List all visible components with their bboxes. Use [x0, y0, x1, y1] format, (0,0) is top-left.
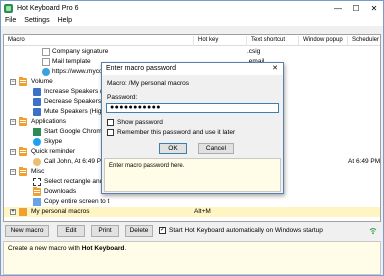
dialog-title: Enter macro password	[102, 63, 283, 75]
column-text-shortcut[interactable]: Text shortcut	[247, 36, 299, 46]
startup-checkbox[interactable]: ✓	[159, 227, 166, 234]
column-scheduler[interactable]: Scheduler	[348, 36, 380, 46]
remember-password-label[interactable]: Remember this password and use it later	[117, 129, 235, 137]
info-pane: Create a new macro with Hot Keyboard.	[3, 241, 381, 275]
person-icon	[33, 158, 41, 166]
speaker-icon	[33, 108, 41, 116]
row-label: Select rectangle and c	[44, 178, 109, 185]
show-password-label[interactable]: Show password	[117, 119, 163, 127]
collapse-icon[interactable]: −	[10, 79, 16, 85]
menu-file[interactable]: File	[1, 17, 20, 24]
column-hotkey[interactable]: Hot key	[194, 36, 247, 46]
document-icon	[42, 58, 50, 66]
dialog-macro-path: Macro: /My personal macros	[107, 80, 189, 87]
wifi-status-icon	[369, 228, 377, 235]
app-logo-icon	[4, 3, 13, 13]
bottom-toolbar: New macro Edit Print Delete ✓ Start Hot …	[3, 224, 381, 238]
document-icon	[42, 48, 50, 56]
row-label: Copy entire screen to t	[44, 198, 110, 205]
window-title: Hot Keyboard Pro 6	[17, 4, 79, 12]
speaker-icon	[33, 98, 41, 106]
collapse-icon[interactable]: −	[10, 119, 16, 125]
startup-checkbox-label[interactable]: Start Hot Keyboard automatically on Wind…	[169, 226, 323, 236]
folder-icon	[19, 147, 27, 156]
window-controls: — ☐ ✕	[329, 1, 383, 15]
column-window-popup[interactable]: Window popup	[299, 36, 348, 46]
collapse-icon[interactable]: −	[10, 149, 16, 155]
folder-icon	[19, 167, 27, 176]
row-label: Company signature	[52, 48, 109, 55]
dialog-hint-pane: Enter macro password here.	[104, 158, 281, 192]
minimize-button[interactable]: —	[329, 1, 347, 15]
app-window: Hot Keyboard Pro 6 — ☐ ✕ File Settings H…	[0, 0, 384, 276]
row-label: Misc	[31, 168, 45, 175]
row-hotkey: Alt+M	[194, 208, 211, 215]
info-suffix: .	[124, 245, 127, 252]
tree-row-selected[interactable]: + My personal macros Alt+M	[4, 207, 380, 217]
row-label: Volume	[31, 78, 53, 85]
row-label: Applications	[31, 118, 67, 125]
select-rectangle-icon	[33, 178, 41, 186]
info-app-name: Hot Keyboard	[81, 245, 125, 252]
edit-button[interactable]: Edit	[57, 225, 85, 237]
password-input[interactable]: ●●●●●●●●●●●	[106, 103, 279, 113]
row-label: Start Google Chrome	[44, 128, 106, 135]
web-link-icon	[42, 68, 50, 76]
column-macro[interactable]: Macro	[4, 36, 194, 46]
dialog-close-button[interactable]: ✕	[269, 63, 281, 75]
delete-button[interactable]: Delete	[125, 225, 153, 237]
app-launch-icon	[33, 128, 41, 136]
menu-settings[interactable]: Settings	[20, 17, 53, 24]
row-label: Skype	[44, 138, 63, 145]
close-window-button[interactable]: ✕	[365, 1, 383, 15]
show-password-checkbox[interactable]	[107, 119, 114, 126]
speaker-icon	[33, 88, 41, 96]
remember-password-checkbox[interactable]	[107, 129, 114, 136]
info-prefix: Create a new macro with	[8, 245, 82, 252]
ok-button[interactable]: OK	[159, 143, 187, 154]
password-dialog: Enter macro password ✕ Macro: /My person…	[101, 62, 284, 194]
folder-icon	[19, 77, 27, 86]
skype-icon	[33, 138, 41, 146]
tree-row[interactable]: Company signature .csig	[4, 47, 380, 57]
row-scheduler: At 6:49 PM,	[348, 158, 381, 165]
collapse-icon[interactable]: −	[10, 169, 16, 175]
row-label: Quick reminder	[31, 148, 76, 155]
tree-row[interactable]: Copy entire screen to t	[4, 197, 380, 207]
expand-icon[interactable]: +	[10, 209, 16, 215]
row-label: https://www.myco	[52, 68, 103, 75]
column-header: Macro Hot key Text shortcut Window popup…	[4, 35, 380, 46]
menu-bar: File Settings Help	[1, 15, 383, 26]
password-label: Password:	[107, 94, 138, 101]
folder-icon	[19, 117, 27, 126]
row-label: Call John, At 6:49 PM,	[44, 158, 109, 165]
cancel-button[interactable]: Cancel	[198, 143, 234, 154]
print-button[interactable]: Print	[91, 225, 119, 237]
menu-help[interactable]: Help	[54, 17, 76, 24]
row-text-shortcut: .csig	[247, 48, 261, 55]
title-bar: Hot Keyboard Pro 6 — ☐ ✕	[1, 1, 383, 15]
maximize-button[interactable]: ☐	[347, 1, 365, 15]
new-macro-button[interactable]: New macro	[5, 225, 49, 237]
folder-icon	[19, 208, 27, 216]
row-label: Mail template	[52, 58, 91, 65]
folder-icon	[33, 187, 41, 196]
screen-copy-icon	[33, 198, 41, 206]
row-label: My personal macros	[31, 208, 90, 215]
row-label: Downloads	[44, 188, 77, 195]
